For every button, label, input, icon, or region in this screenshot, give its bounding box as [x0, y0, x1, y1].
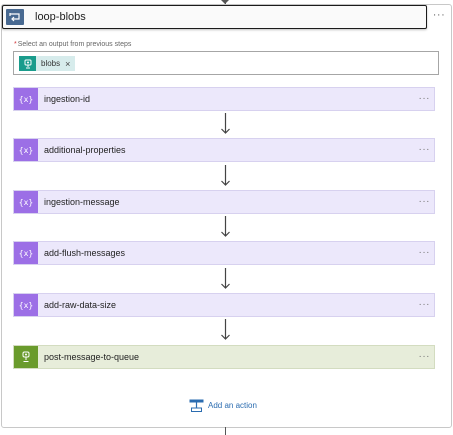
- connector-arrow-icon: [221, 216, 230, 237]
- token-remove-button[interactable]: ×: [65, 59, 70, 69]
- loop-title: loop-blobs: [35, 11, 86, 23]
- action-title: ingestion-message: [44, 197, 120, 207]
- connector-arrow-icon: [221, 268, 230, 289]
- action-card-add-flush-messages[interactable]: {x} add-flush-messages ···: [13, 241, 435, 265]
- action-card-ingestion-message[interactable]: {x} ingestion-message ···: [13, 190, 435, 214]
- action-more-options-button[interactable]: ···: [419, 196, 431, 207]
- action-title: ingestion-id: [44, 94, 91, 104]
- add-an-action-button[interactable]: Add an action: [189, 399, 257, 412]
- token-label: blobs: [41, 59, 61, 68]
- connector-arrow-icon: [221, 113, 230, 134]
- action-card-add-raw-data-size[interactable]: {x} add-raw-data-size ···: [13, 293, 435, 317]
- connector-arrow-icon: [221, 319, 230, 340]
- foreach-loop-icon: [6, 9, 24, 25]
- action-card-post-message-to-queue[interactable]: post-message-to-queue ···: [13, 345, 435, 369]
- storage-queue-icon: [14, 346, 38, 368]
- action-card-additional-properties[interactable]: {x} additional-properties ···: [13, 138, 435, 162]
- designer-canvas: loop-blobs ··· *Select an output from pr…: [0, 0, 453, 435]
- action-more-options-button[interactable]: ···: [419, 93, 431, 104]
- variable-icon: {x}: [14, 242, 38, 264]
- add-an-action-label: Add an action: [208, 401, 257, 410]
- add-action-icon: [189, 399, 204, 412]
- blob-storage-icon: [19, 56, 36, 71]
- loop-more-options-button[interactable]: ···: [431, 6, 447, 26]
- action-title: additional-properties: [44, 145, 126, 155]
- variable-icon: {x}: [14, 191, 38, 213]
- required-marker: *: [14, 41, 17, 48]
- action-title: add-flush-messages: [44, 248, 126, 258]
- variable-icon: {x}: [14, 139, 38, 161]
- action-more-options-button[interactable]: ···: [419, 299, 431, 310]
- connector-out: [225, 427, 226, 435]
- variable-icon: {x}: [14, 88, 38, 110]
- foreach-input-label: *Select an output from previous steps: [14, 41, 131, 48]
- action-title: add-raw-data-size: [44, 300, 117, 310]
- action-more-options-button[interactable]: ···: [419, 247, 431, 258]
- action-more-options-button[interactable]: ···: [419, 144, 431, 155]
- foreach-input-label-text: Select an output from previous steps: [17, 41, 132, 48]
- blobs-token[interactable]: blobs ×: [19, 56, 76, 71]
- foreach-input-field[interactable]: blobs ×: [13, 51, 439, 75]
- loop-header[interactable]: loop-blobs: [2, 5, 427, 29]
- action-more-options-button[interactable]: ···: [419, 351, 431, 362]
- action-card-ingestion-id[interactable]: {x} ingestion-id ···: [13, 87, 435, 111]
- variable-icon: {x}: [14, 294, 38, 316]
- action-title: post-message-to-queue: [44, 352, 140, 362]
- connector-arrow-icon: [221, 165, 230, 186]
